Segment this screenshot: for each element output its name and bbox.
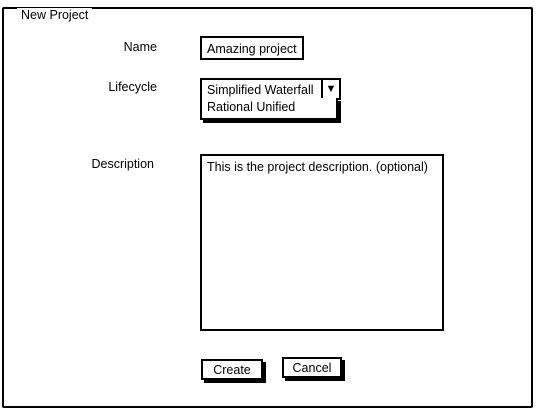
name-field-value: Amazing project (207, 42, 297, 56)
description-text: This is the project description. (option… (207, 160, 428, 174)
lifecycle-selected-value: Simplified Waterfall (207, 83, 314, 97)
lifecycle-label: Lifecycle (108, 80, 157, 94)
lifecycle-select[interactable]: Simplified Waterfall ▼ (200, 78, 341, 100)
cancel-button[interactable]: Cancel (282, 357, 342, 378)
name-label: Name (123, 40, 157, 54)
description-textarea[interactable]: This is the project description. (option… (200, 154, 444, 331)
name-field[interactable]: Amazing project (200, 36, 304, 60)
create-button[interactable]: Create (201, 359, 263, 380)
triangle-down-icon[interactable]: ▼ (321, 80, 339, 98)
group-title: New Project (17, 8, 93, 22)
lifecycle-option[interactable]: Rational Unified (207, 100, 295, 114)
description-label: Description (91, 157, 154, 171)
lifecycle-dropdown-list: Rational Unified (200, 98, 338, 120)
